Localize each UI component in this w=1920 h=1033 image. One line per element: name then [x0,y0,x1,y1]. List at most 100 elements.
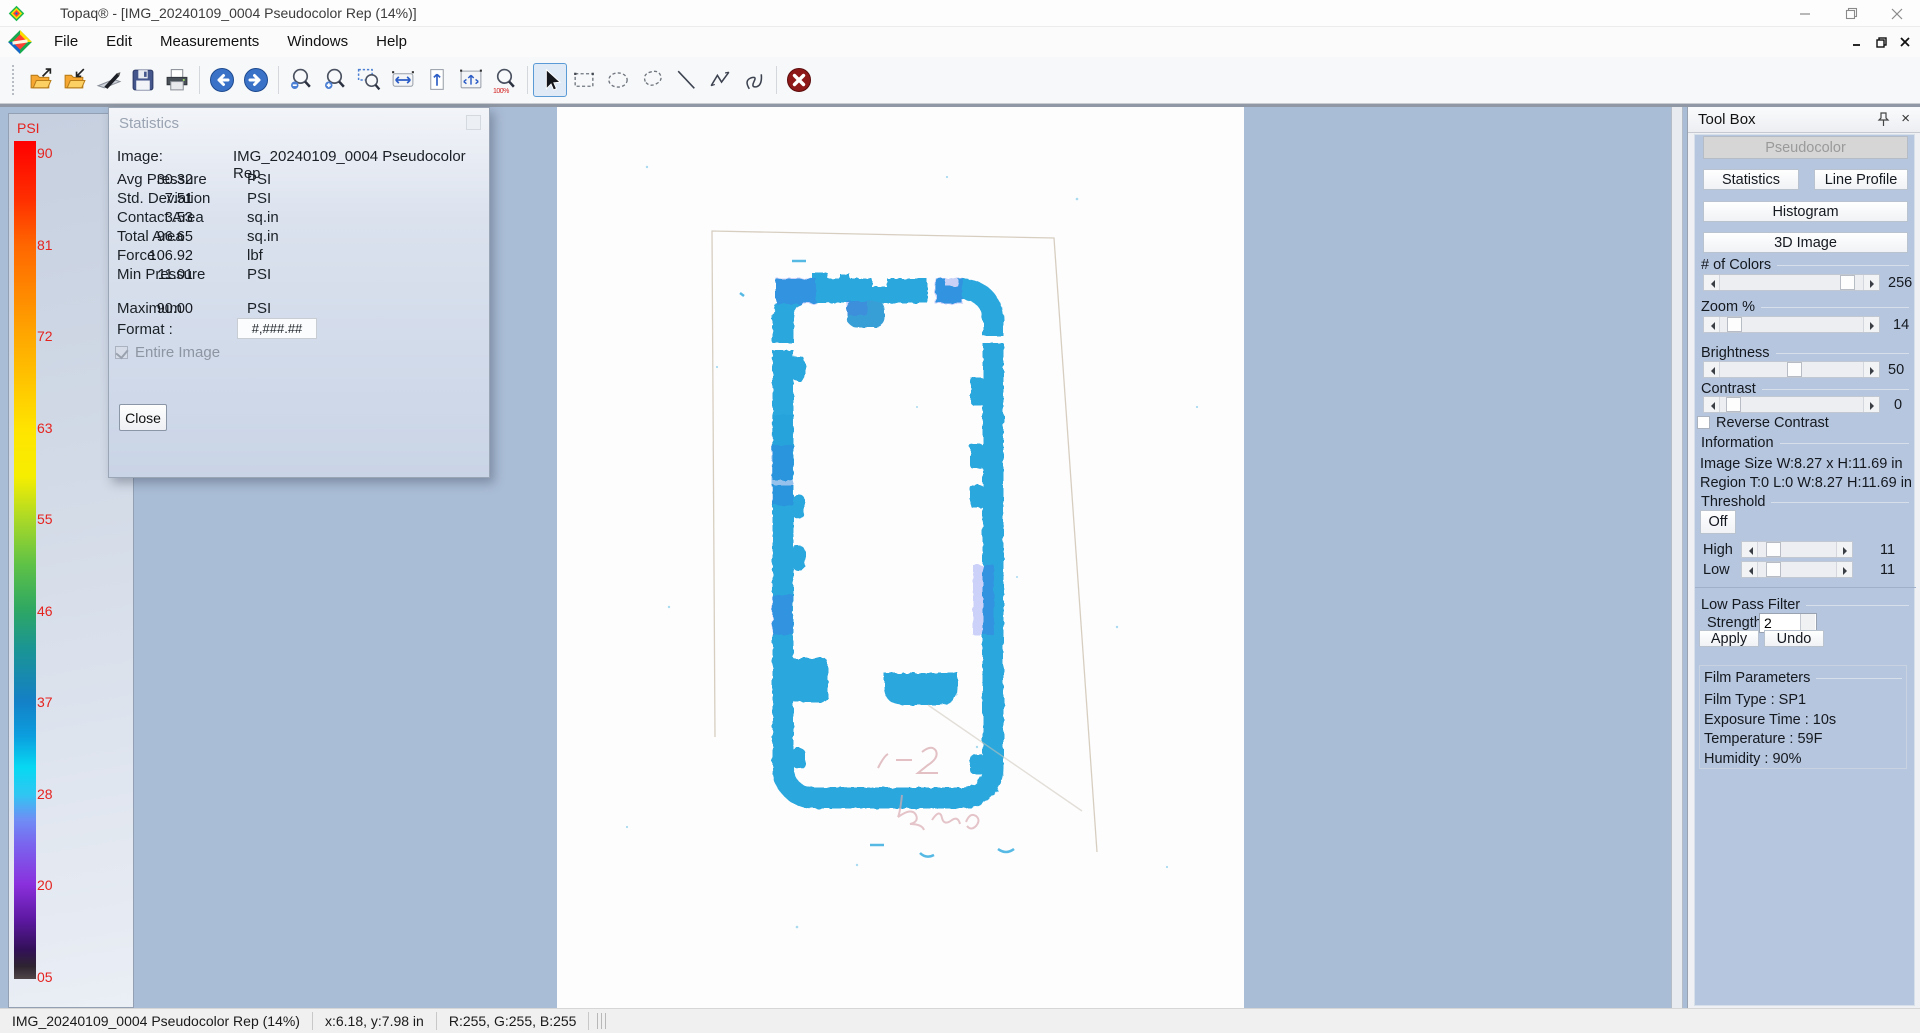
ellipse-select-icon[interactable] [601,63,635,97]
statistics-dialog-close-icon[interactable] [466,115,481,130]
stat-row: Avg Pressure 30.32 PSI [117,170,483,189]
zoom-slider[interactable] [1703,316,1880,333]
minimize-icon[interactable] [1782,0,1828,27]
slider-right-arrow[interactable] [1863,397,1879,412]
toolbox-close-icon[interactable]: × [1901,110,1910,127]
slider-left-arrow[interactable] [1704,362,1720,377]
close-icon[interactable] [1874,0,1920,27]
information-group-label: Information [1701,435,1909,451]
gasket-frame [769,273,1007,798]
slider-thumb[interactable] [1726,397,1741,412]
child-minimize-icon[interactable] [1848,33,1866,51]
title-bar[interactable]: Topaq® - [IMG_20240109_0004 Pseudocolor … [0,0,1920,27]
pseudocolor-button[interactable]: Pseudocolor [1703,136,1908,159]
zoom-100-label: 100% [493,88,509,95]
pin-icon[interactable] [1877,112,1890,127]
format-label: Format : [117,321,173,338]
canvas-vertical-scrollbar[interactable] [1671,107,1683,1011]
slider-left-arrow[interactable] [1742,562,1758,577]
contrast-slider[interactable] [1703,396,1880,413]
statistics-button[interactable]: Statistics [1703,169,1799,190]
low-value: 11 [1880,562,1895,578]
film-parameter-line: Film Type : SP1 [1704,692,1906,712]
threshold-off-button[interactable]: Off [1700,510,1736,534]
zoom-region-icon[interactable] [352,63,386,97]
line-profile-button[interactable]: Line Profile [1814,169,1908,190]
divider [1695,587,1916,588]
stat-row-value: 11.01 [117,267,193,283]
cursor-select-icon[interactable] [533,63,567,97]
fit-width-icon[interactable] [386,63,420,97]
delete-annotation-icon[interactable] [782,63,816,97]
slider-right-arrow[interactable] [1863,362,1879,377]
slider-thumb[interactable] [1727,317,1742,332]
stat-rows: Avg Pressure 30.32 PSI Std. Deviation 7.… [117,170,483,284]
psi-label: 90 [37,145,83,237]
child-close-icon[interactable] [1896,33,1914,51]
menu-item[interactable]: Measurements [146,27,273,57]
curve-tool-icon[interactable] [737,63,771,97]
slider-right-arrow[interactable] [1836,562,1852,577]
entire-image-checkbox[interactable] [115,346,128,359]
lasso-select-icon[interactable] [635,63,669,97]
contrast-value: 0 [1894,397,1902,413]
import-folder-icon[interactable] [58,63,92,97]
slider-left-arrow[interactable] [1742,542,1758,557]
scan-icon[interactable] [92,63,126,97]
line-tool-icon[interactable] [669,63,703,97]
slider-thumb[interactable] [1766,562,1781,577]
fit-page-icon[interactable] [454,63,488,97]
forward-icon[interactable] [239,63,273,97]
polyline-tool-icon[interactable] [703,63,737,97]
menu-item[interactable]: Help [362,27,421,57]
undo-button[interactable]: Undo [1764,630,1824,647]
toolbox-title: Tool Box [1698,111,1756,128]
save-icon[interactable] [126,63,160,97]
slider-right-arrow[interactable] [1836,542,1852,557]
slider-left-arrow[interactable] [1704,317,1720,332]
psi-label: 55 [37,511,83,603]
menu-item[interactable]: Windows [273,27,362,57]
statistics-dialog[interactable]: Statistics Image: IMG_20240109_0004 Pseu… [108,107,490,478]
toolbar-grip[interactable] [12,65,16,95]
status-divider [588,1012,589,1030]
menu-item[interactable]: File [40,27,92,57]
brightness-slider[interactable] [1703,361,1880,378]
slider-left-arrow[interactable] [1704,275,1720,290]
high-slider[interactable] [1741,541,1853,558]
zoom-out-icon[interactable] [284,63,318,97]
stat-row: Std. Deviation 7.51 PSI [117,189,483,208]
slider-thumb[interactable] [1840,275,1855,290]
format-input[interactable] [237,318,317,339]
toolbox-header[interactable]: Tool Box × [1688,107,1920,133]
3d-image-button[interactable]: 3D Image [1703,232,1908,253]
psi-label: 20 [37,877,83,969]
apply-button[interactable]: Apply [1699,630,1759,647]
slider-thumb[interactable] [1787,362,1802,377]
rect-select-icon[interactable] [567,63,601,97]
slider-thumb[interactable] [1766,542,1781,557]
strength-label: Strength [1707,615,1762,631]
pressure-image-page[interactable] [557,107,1244,1011]
low-slider[interactable] [1741,561,1853,578]
back-icon[interactable] [205,63,239,97]
child-restore-icon[interactable] [1872,33,1890,51]
menu-item[interactable]: Edit [92,27,146,57]
threshold-group-label: Threshold [1701,494,1909,510]
slider-left-arrow[interactable] [1704,397,1720,412]
spin-up-icon[interactable] [1801,614,1815,623]
psi-label: 28 [37,786,83,878]
histogram-button[interactable]: Histogram [1703,201,1908,222]
close-button[interactable]: Close [119,404,167,431]
slider-right-arrow[interactable] [1863,317,1879,332]
zoom-in-icon[interactable] [318,63,352,97]
open-folder-icon[interactable] [24,63,58,97]
restore-icon[interactable] [1828,0,1874,27]
statistics-dialog-title[interactable]: Statistics [119,115,179,132]
reverse-contrast-checkbox[interactable] [1697,416,1710,429]
print-icon[interactable] [160,63,194,97]
colors-slider[interactable] [1703,274,1880,291]
zoom-100-icon[interactable]: 100% [488,63,522,97]
slider-right-arrow[interactable] [1863,275,1879,290]
fit-height-icon[interactable] [420,63,454,97]
